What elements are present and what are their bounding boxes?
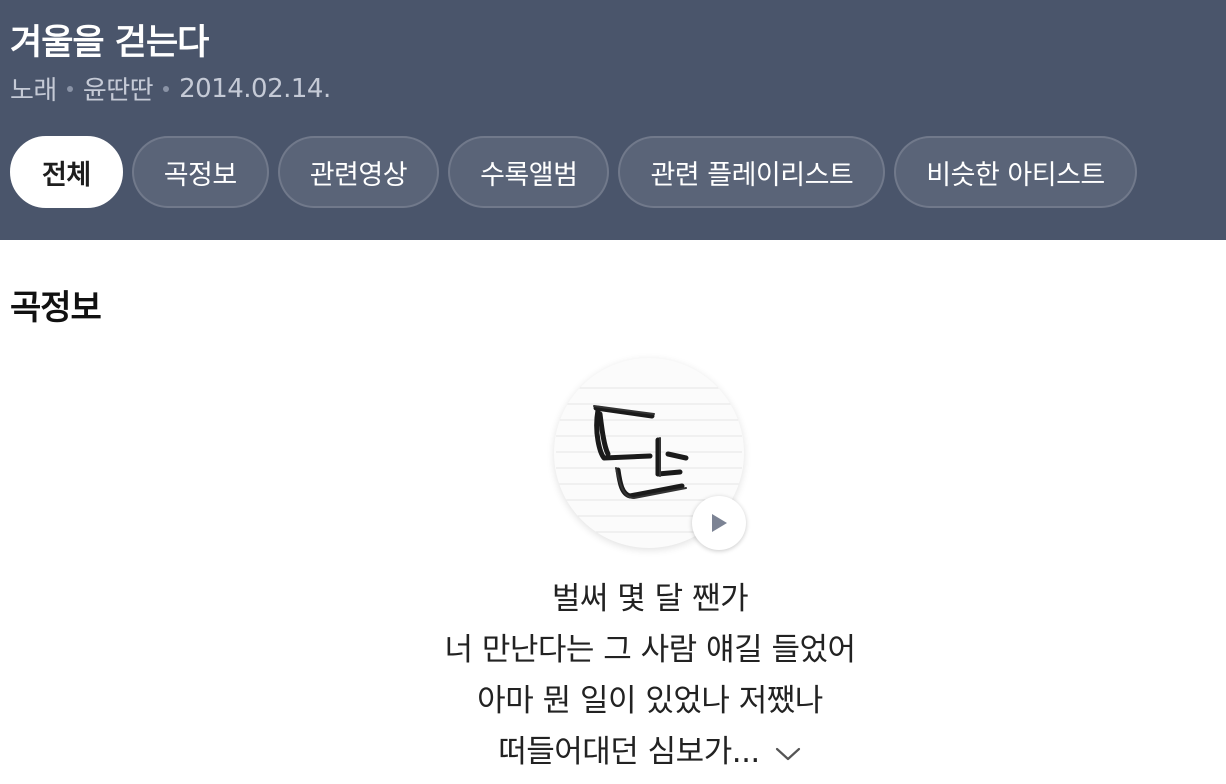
song-meta: 노래 윤딴딴 2014.02.14.	[10, 70, 331, 107]
tab-related-playlists[interactable]: 관련 플레이리스트	[618, 136, 886, 208]
release-date: 2014.02.14.	[179, 73, 331, 104]
artist-name[interactable]: 윤딴딴	[83, 70, 154, 107]
tab-bar: 전체 곡정보 관련영상 수록앨범 관련 플레이리스트 비슷한 아티스트	[10, 136, 1137, 208]
song-header: 겨울을 걷는다 노래 윤딴딴 2014.02.14. 전체 곡정보 관련영상 수…	[0, 0, 1226, 240]
play-icon	[712, 514, 727, 532]
tab-related-videos[interactable]: 관련영상	[277, 136, 440, 208]
lyrics-line: 벌써 몇 달 짼가	[551, 581, 749, 617]
tab-similar-artists[interactable]: 비슷한 아티스트	[894, 136, 1137, 208]
separator-dot	[163, 85, 170, 92]
song-title: 겨울을 걷는다	[10, 23, 209, 63]
lyrics-line: 아마 뭔 일이 있었나 저쨌나	[477, 683, 823, 719]
chevron-down-icon[interactable]	[774, 728, 802, 779]
separator-dot	[66, 85, 73, 92]
play-button[interactable]	[692, 496, 746, 550]
tab-albums[interactable]: 수록앨범	[448, 136, 610, 208]
section-title: 곡정보	[10, 288, 102, 328]
lyrics-line: 떠들어대던 심보가...	[498, 734, 760, 770]
lyrics: 벌써 몇 달 짼가 너 만난다는 그 사람 얘길 들었어 아마 뭔 일이 있었나…	[0, 574, 1226, 779]
song-info-section: 곡정보 벌써 몇 달 짼가 너 만난다는 그 사람 얘길 들었어 아마 뭔 일이…	[0, 240, 1226, 784]
song-type: 노래	[10, 76, 57, 106]
tab-song-info[interactable]: 곡정보	[131, 136, 269, 208]
tab-all[interactable]: 전체	[10, 136, 123, 208]
lyrics-line: 너 만난다는 그 사람 얘길 들었어	[444, 632, 856, 668]
lyrics-last-line: 떠들어대던 심보가...	[0, 727, 1226, 779]
